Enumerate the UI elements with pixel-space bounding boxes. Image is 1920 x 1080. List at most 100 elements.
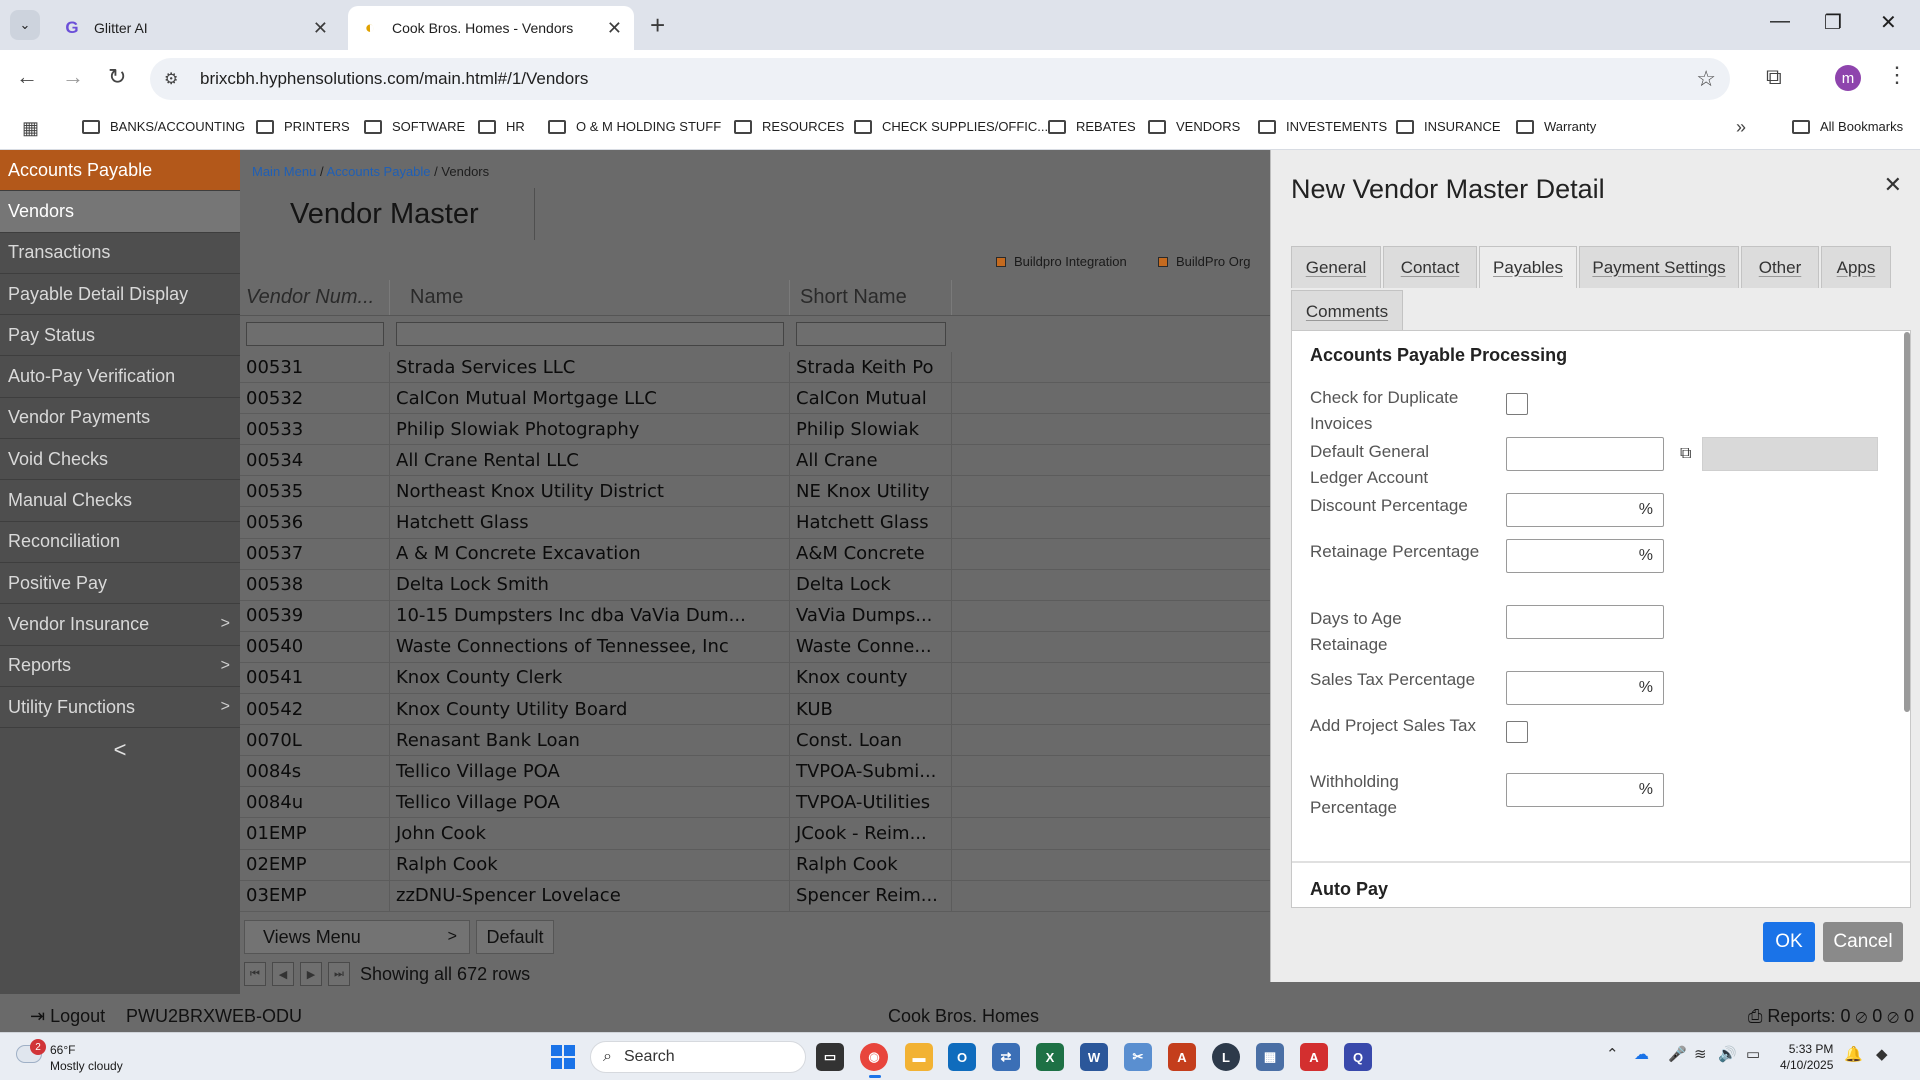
first-page-icon[interactable]: ⏮ — [244, 962, 266, 986]
collapse-sidebar-button[interactable]: < — [0, 728, 240, 772]
copilot-icon[interactable]: ◆ — [1876, 1045, 1888, 1063]
tab-contact[interactable]: Contact — [1383, 246, 1477, 288]
table-row[interactable]: 03EMP zzDNU-Spencer Lovelace Spencer Reim.… — [240, 880, 1270, 912]
table-row[interactable]: 00541 Knox County Clerk Knox county — [240, 662, 1270, 695]
close-icon[interactable]: ✕ — [1884, 172, 1902, 198]
table-row[interactable]: 00540 Waste Connections of Tennessee, Inc… — [240, 631, 1270, 663]
reports-status[interactable]: ⎙ Reports: 0 ⊘ 0 ⊘ 0 — [1748, 1006, 1914, 1027]
logout-link[interactable]: ⇥ Logout — [30, 1006, 105, 1027]
default-view-tab[interactable]: Default — [476, 920, 554, 954]
forward-icon[interactable]: → — [62, 64, 84, 90]
tab-payment-settings[interactable]: Payment Settings — [1579, 246, 1739, 288]
table-row[interactable]: 00531 Strada Services LLC Strada Keith Po — [240, 352, 1270, 384]
microphone-icon[interactable]: 🎤 — [1668, 1045, 1687, 1063]
restore-icon[interactable]: ❐ — [1824, 10, 1842, 35]
breadcrumb-accounts-payable[interactable]: Accounts Payable — [326, 164, 430, 179]
bookmark-folder[interactable]: RESOURCES — [734, 119, 844, 134]
bookmark-folder[interactable]: HR — [478, 119, 525, 134]
more-bookmarks-icon[interactable]: » — [1736, 117, 1746, 138]
all-bookmarks[interactable]: All Bookmarks — [1792, 119, 1903, 134]
new-tab-icon[interactable]: + — [650, 10, 665, 41]
tab-glitter-ai[interactable]: G Glitter AI ✕ — [50, 6, 340, 50]
file-explorer-icon[interactable]: ▬ — [905, 1043, 933, 1071]
table-row[interactable]: 00537 A & M Concrete Excavation A&M Concre… — [240, 538, 1270, 570]
tab-comments[interactable]: Comments — [1291, 290, 1403, 332]
notifications-icon[interactable]: 🔔 — [1844, 1045, 1863, 1063]
menu-kebab-icon[interactable]: ⋮ — [1886, 62, 1908, 88]
breadcrumb-main-menu[interactable]: Main Menu — [252, 164, 316, 179]
bookmark-folder[interactable]: REBATES — [1048, 119, 1136, 134]
column-header-name[interactable]: Name — [390, 280, 790, 315]
access-icon[interactable]: A — [1168, 1043, 1196, 1071]
next-page-icon[interactable]: ▶ — [300, 962, 322, 986]
days-to-age-retainage-input[interactable] — [1506, 605, 1664, 639]
sidebar-item-vendors[interactable]: Vendors — [0, 191, 240, 233]
app-q-icon[interactable]: Q — [1344, 1043, 1372, 1071]
calculator-icon[interactable]: ▦ — [1256, 1043, 1284, 1071]
duplicate-invoices-checkbox[interactable] — [1506, 393, 1528, 415]
bookmark-folder[interactable]: O & M HOLDING STUFF — [548, 119, 721, 134]
onedrive-icon[interactable]: ☁ — [1634, 1045, 1649, 1063]
word-icon[interactable]: W — [1080, 1043, 1108, 1071]
close-icon[interactable]: ✕ — [607, 18, 622, 39]
table-row[interactable]: 00542 Knox County Utility Board KUB — [240, 694, 1270, 726]
task-view-icon[interactable]: ▭ — [816, 1043, 844, 1071]
table-row[interactable]: 0070L Renasant Bank Loan Const. Loan — [240, 725, 1270, 757]
sales-tax-percentage-input[interactable]: % — [1506, 671, 1664, 705]
profile-avatar[interactable]: m — [1835, 65, 1861, 91]
tab-vendors[interactable]: ◐ Cook Bros. Homes - Vendors ✕ — [348, 6, 634, 50]
table-row[interactable]: 00534 All Crane Rental LLC All Crane — [240, 445, 1270, 477]
table-row[interactable]: 0084u Tellico Village POA TVPOA-Utilities — [240, 787, 1270, 819]
sidebar-item-reconciliation[interactable]: Reconciliation — [0, 522, 240, 563]
retainage-percentage-input[interactable]: % — [1506, 539, 1664, 573]
wifi-icon[interactable]: ≋ — [1694, 1045, 1707, 1063]
sidebar-item-void-checks[interactable]: Void Checks — [0, 439, 240, 481]
bookmark-folder[interactable]: CHECK SUPPLIES/OFFIC... — [854, 119, 1048, 134]
remote-desktop-icon[interactable]: ⇄ — [992, 1043, 1020, 1071]
lookup-icon[interactable]: ⧉ — [1680, 445, 1691, 463]
close-window-icon[interactable]: ✕ — [1880, 10, 1897, 35]
site-info-icon[interactable]: ⚙ — [164, 69, 188, 89]
weather-widget[interactable]: 66°F Mostly cloudy — [50, 1042, 123, 1074]
sidebar-item-payable-detail-display[interactable]: Payable Detail Display — [0, 274, 240, 316]
sidebar-item-reports[interactable]: Reports > — [0, 646, 240, 687]
filter-short-name-input[interactable] — [796, 322, 946, 346]
table-row[interactable]: 00538 Delta Lock Smith Delta Lock — [240, 569, 1270, 601]
bookmark-folder[interactable]: SOFTWARE — [364, 119, 465, 134]
sidebar-item-manual-checks[interactable]: Manual Checks — [0, 480, 240, 522]
bookmark-folder[interactable]: PRINTERS — [256, 119, 350, 134]
filter-vendor-number-input[interactable] — [246, 322, 384, 346]
ok-button[interactable]: OK — [1763, 922, 1815, 962]
bookmark-folder[interactable]: VENDORS — [1148, 119, 1240, 134]
table-row[interactable]: 00539 10-15 Dumpsters Inc dba VaVia Dum..… — [240, 600, 1270, 632]
prev-page-icon[interactable]: ◀ — [272, 962, 294, 986]
table-row[interactable]: 00532 CalCon Mutual Mortgage LLC CalCon Mu… — [240, 383, 1270, 415]
snipping-tool-icon[interactable]: ✂ — [1124, 1043, 1152, 1071]
column-header-vendor-number[interactable]: Vendor Num... — [240, 280, 390, 315]
extensions-icon[interactable]: ⧉ — [1766, 64, 1782, 90]
tab-payables[interactable]: Payables — [1479, 246, 1577, 288]
windows-start-icon[interactable] — [551, 1045, 575, 1069]
views-menu-button[interactable]: Views Menu > — [244, 920, 470, 954]
table-row[interactable]: 01EMP John Cook JCook - Reim... — [240, 818, 1270, 850]
cancel-button[interactable]: Cancel — [1823, 922, 1903, 962]
excel-icon[interactable]: X — [1036, 1043, 1064, 1071]
acrobat-icon[interactable]: A — [1300, 1043, 1328, 1071]
filter-name-input[interactable] — [396, 322, 784, 346]
sidebar-item-vendor-insurance[interactable]: Vendor Insurance > — [0, 604, 240, 646]
sidebar-header-accounts-payable[interactable]: Accounts Payable — [0, 150, 240, 192]
add-project-sales-tax-checkbox[interactable] — [1506, 721, 1528, 743]
last-page-icon[interactable]: ⏭ — [328, 962, 350, 986]
bookmark-folder[interactable]: INSURANCE — [1396, 119, 1501, 134]
table-row[interactable]: 00535 Northeast Knox Utility District NE K… — [240, 476, 1270, 508]
bookmark-folder[interactable]: BANKS/ACCOUNTING — [82, 119, 245, 134]
tab-search-button[interactable]: ⌄ — [10, 10, 40, 40]
outlook-icon[interactable]: O — [948, 1043, 976, 1071]
taskbar-search[interactable]: ⌕ Search — [590, 1041, 806, 1073]
table-row[interactable]: 02EMP Ralph Cook Ralph Cook — [240, 849, 1270, 881]
table-row[interactable]: 00533 Philip Slowiak Photography Philip Sl… — [240, 414, 1270, 446]
address-bar[interactable]: ⚙ brixcbh.hyphensolutions.com/main.html#… — [150, 58, 1730, 100]
battery-icon[interactable]: ▭ — [1746, 1045, 1760, 1063]
column-header-short-name[interactable]: Short Name — [790, 280, 952, 315]
table-row[interactable]: 00536 Hatchett Glass Hatchett Glass — [240, 507, 1270, 539]
